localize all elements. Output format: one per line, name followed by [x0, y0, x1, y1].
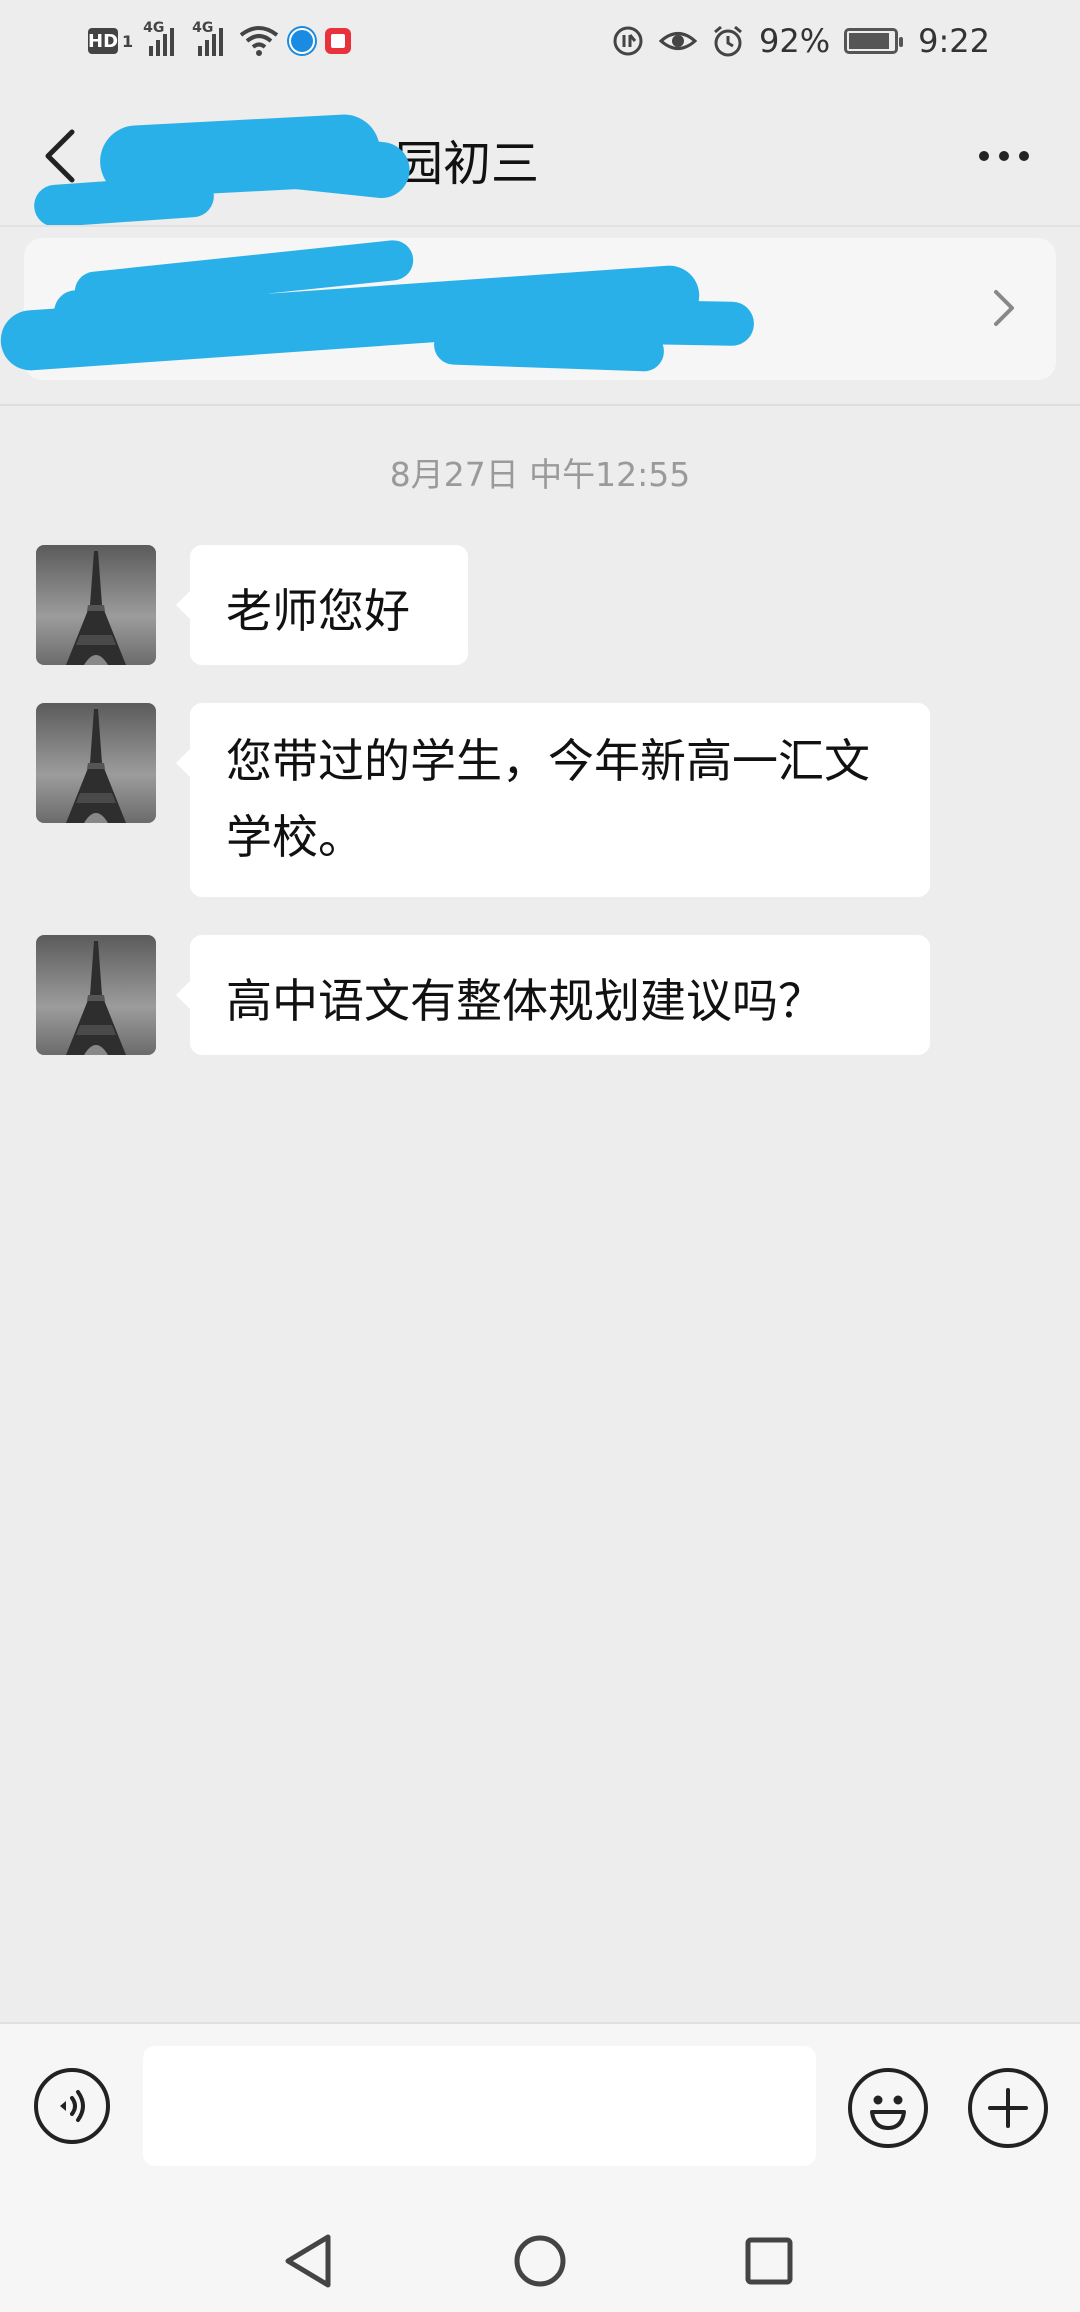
- chat-header: 园初三: [0, 80, 1080, 229]
- back-triangle-icon: [285, 2234, 331, 2288]
- message-bubble[interactable]: 您带过的学生，今年新高一汇文学校。: [176, 703, 930, 897]
- chat-input-bar: [0, 2022, 1080, 2204]
- chevron-left-icon: [45, 129, 75, 183]
- message-input[interactable]: [143, 2046, 816, 2166]
- avatar[interactable]: [36, 935, 156, 1055]
- plus-icon: [988, 2088, 1028, 2128]
- status-bar: HD 1 4G 4G 92% 9:22: [0, 0, 1080, 80]
- nav-home-button[interactable]: [505, 2226, 575, 2296]
- plus-button[interactable]: [968, 2068, 1048, 2148]
- more-button[interactable]: [964, 120, 1044, 192]
- emoji-icon: [870, 2095, 906, 2130]
- status-left: HD 1 4G 4G: [88, 20, 352, 62]
- divider: [0, 225, 1080, 227]
- message-bubble[interactable]: 高中语文有整体规划建议吗？: [176, 935, 930, 1055]
- more-dots-icon: [979, 151, 989, 161]
- eiffel-tower-avatar-icon: [36, 935, 156, 1055]
- voice-icon: [60, 2090, 85, 2122]
- eiffel-tower-avatar-icon: [36, 703, 156, 823]
- divider: [0, 404, 1080, 406]
- battery-percent: 92%: [759, 22, 831, 60]
- clock: 9:22: [918, 22, 990, 60]
- chevron-right-icon: [994, 290, 1014, 326]
- alarm-icon: [714, 25, 742, 57]
- signal-icon: 4G: [192, 20, 224, 56]
- battery-icon: [844, 28, 904, 54]
- data-saver-icon: [613, 26, 643, 56]
- system-nav-bar: [0, 2202, 1080, 2312]
- wifi-icon: [239, 26, 279, 56]
- emoji-button[interactable]: [848, 2068, 928, 2148]
- app-notification-icon: [289, 28, 316, 54]
- home-circle-icon: [514, 2235, 566, 2287]
- signal-icon: 4G: [143, 20, 175, 56]
- avatar[interactable]: [36, 545, 156, 665]
- avatar[interactable]: [36, 703, 156, 823]
- recents-square-icon: [745, 2237, 793, 2285]
- status-right: 92% 9:22: [611, 20, 990, 62]
- sim-label: 1: [122, 31, 134, 51]
- app-notification-icon: [325, 28, 352, 54]
- chat-title-text: 园初三: [395, 136, 540, 192]
- battery-level: [849, 33, 890, 49]
- nav-back-button[interactable]: [273, 2226, 343, 2296]
- nav-recents-button[interactable]: [734, 2226, 804, 2296]
- redaction-mark: [433, 323, 665, 373]
- eiffel-tower-avatar-icon: [36, 545, 156, 665]
- hd-icon: HD: [88, 28, 118, 54]
- eye-comfort-icon: [659, 32, 698, 50]
- voice-button[interactable]: [34, 2068, 110, 2144]
- group-notice-card[interactable]: [0, 238, 1056, 380]
- message-bubble[interactable]: 老师您好: [176, 545, 468, 665]
- message-timestamp: 8月27日 中午12:55: [389, 455, 691, 494]
